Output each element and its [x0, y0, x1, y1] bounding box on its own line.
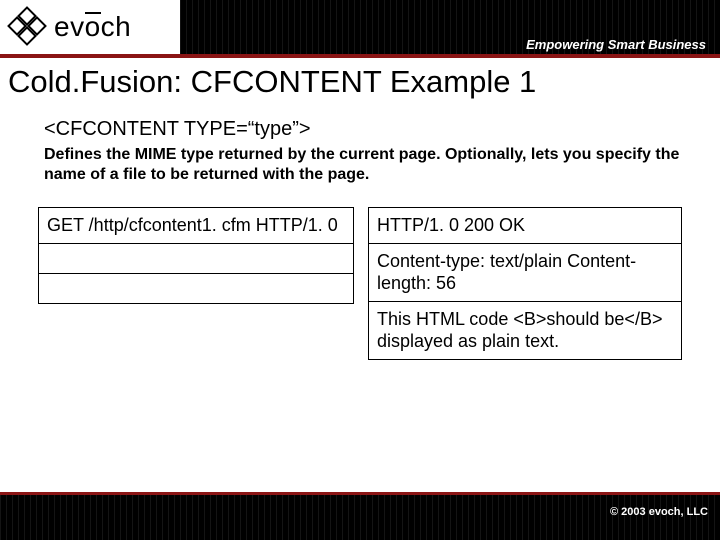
- page-title: Cold.Fusion: CFCONTENT Example 1: [8, 64, 712, 100]
- syntax-line: <CFCONTENT TYPE=“type”>: [44, 118, 688, 141]
- copyright-text: © 2003 evoch, LLC: [610, 506, 708, 518]
- request-cell: [39, 273, 354, 303]
- footer-bar: © 2003 evoch, LLC: [0, 492, 720, 540]
- tables-row: GET /http/cfcontent1. cfm HTTP/1. 0 HTTP…: [8, 207, 712, 360]
- request-table: GET /http/cfcontent1. cfm HTTP/1. 0: [38, 207, 354, 304]
- response-table: HTTP/1. 0 200 OK Content-type: text/plai…: [368, 207, 682, 360]
- brand-name: evoch: [54, 11, 131, 43]
- slide: evoch Empowering Smart Business Cold.Fus…: [0, 0, 720, 540]
- content-area: Cold.Fusion: CFCONTENT Example 1 <CFCONT…: [0, 58, 720, 360]
- logo-icon: [10, 9, 46, 45]
- request-cell: [39, 243, 354, 273]
- logo-area: evoch: [0, 0, 180, 54]
- request-cell: GET /http/cfcontent1. cfm HTTP/1. 0: [39, 208, 354, 244]
- description-text: Defines the MIME type returned by the cu…: [44, 145, 688, 185]
- header-bar: evoch Empowering Smart Business: [0, 0, 720, 58]
- response-cell: Content-type: text/plain Content-length:…: [368, 243, 681, 301]
- footer-accent-stripe: [0, 492, 720, 495]
- tagline: Empowering Smart Business: [526, 37, 706, 52]
- response-cell: HTTP/1. 0 200 OK: [368, 208, 681, 244]
- response-cell: This HTML code <B>should be</B> displaye…: [368, 301, 681, 359]
- header-accent-stripe: [0, 54, 720, 58]
